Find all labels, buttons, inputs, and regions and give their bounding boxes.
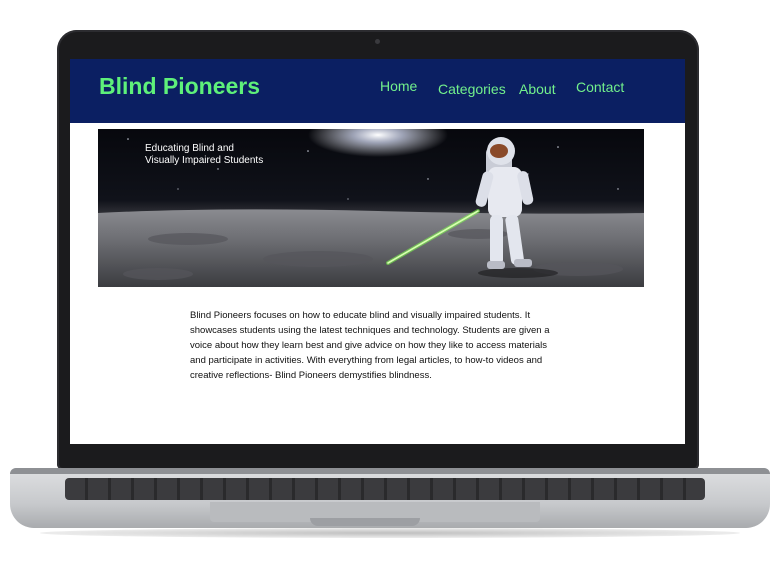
laptop-hinge — [10, 468, 770, 474]
nav-home-link[interactable]: Home — [380, 78, 417, 94]
hero-caption: Educating Blind and Visually Impaired St… — [145, 143, 263, 167]
laptop-base — [10, 468, 770, 528]
webcam-icon — [375, 39, 380, 44]
site-header: Blind Pioneers Home Categories About Con… — [70, 59, 685, 123]
intro-paragraph: Blind Pioneers focuses on how to educate… — [190, 310, 550, 381]
keyboard — [65, 478, 705, 500]
laptop-screen: Blind Pioneers Home Categories About Con… — [70, 59, 685, 444]
hero-banner: Educating Blind and Visually Impaired St… — [98, 129, 644, 287]
nav-contact-link[interactable]: Contact — [576, 79, 624, 95]
nav-categories-link[interactable]: Categories — [438, 81, 506, 97]
laptop-shadow — [40, 528, 740, 538]
hero-caption-line2: Visually Impaired Students — [145, 155, 264, 166]
sun-flare — [308, 129, 448, 157]
laptop-lid: Blind Pioneers Home Categories About Con… — [57, 30, 699, 470]
nav-about-link[interactable]: About — [519, 81, 556, 97]
lid-notch — [310, 518, 420, 526]
site-logo[interactable]: Blind Pioneers — [99, 73, 260, 100]
hero-caption-line1: Educating Blind and — [145, 143, 234, 154]
